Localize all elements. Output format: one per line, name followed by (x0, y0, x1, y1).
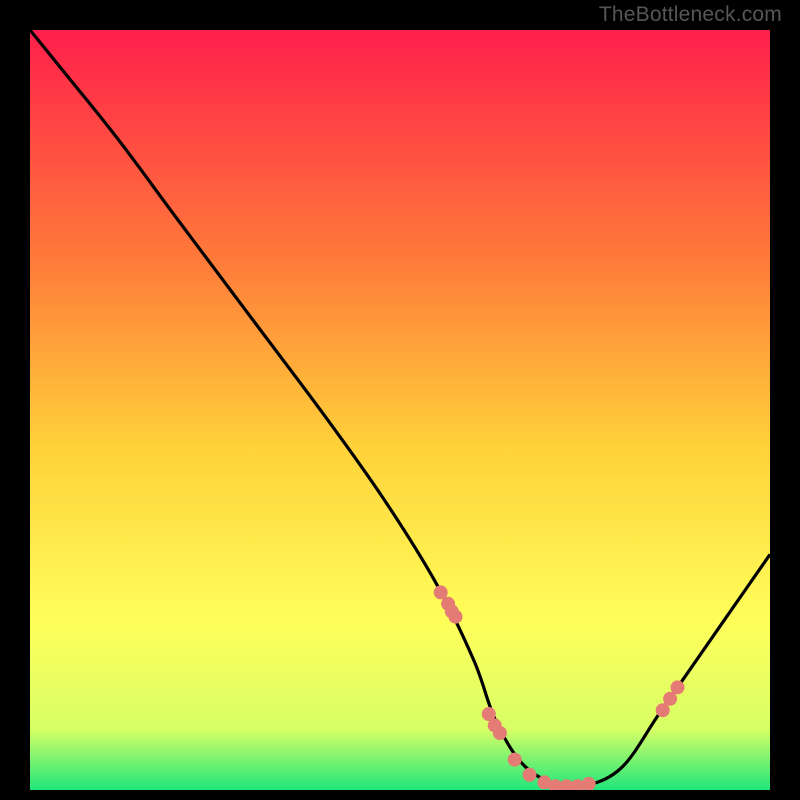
chart-svg (30, 30, 770, 790)
highlight-marker (508, 753, 522, 767)
attribution-text: TheBottleneck.com (599, 3, 782, 27)
highlight-marker (671, 680, 685, 694)
chart-frame: TheBottleneck.com (0, 0, 800, 800)
gradient-background (30, 30, 770, 790)
highlight-marker (493, 726, 507, 740)
highlight-marker (449, 610, 463, 624)
plot-area (30, 30, 770, 790)
highlight-marker (523, 768, 537, 782)
